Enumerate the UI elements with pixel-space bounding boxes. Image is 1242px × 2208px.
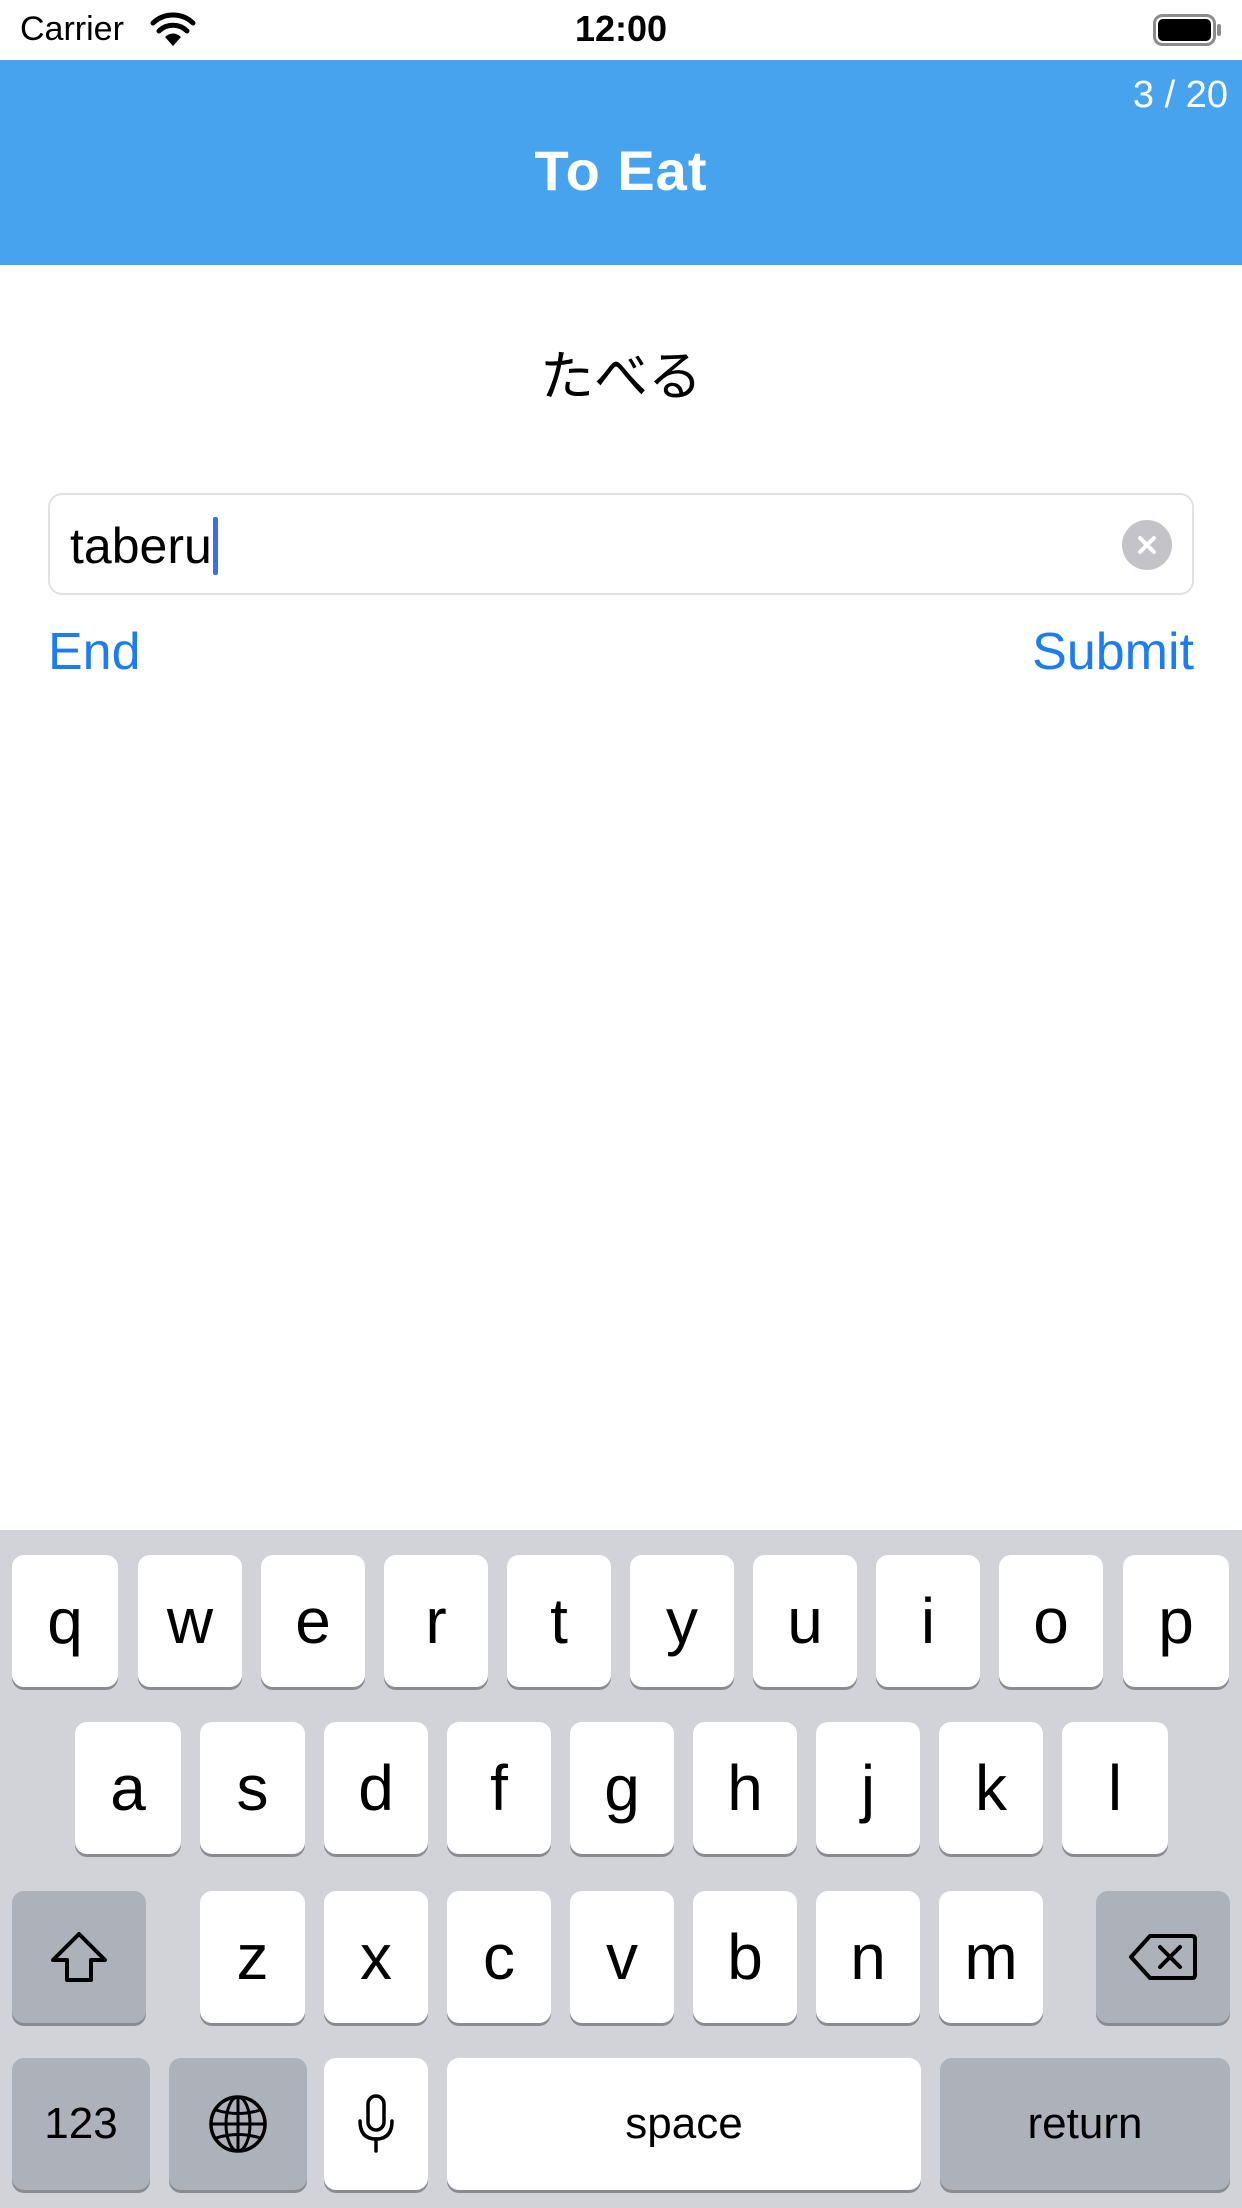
key-d[interactable]: d xyxy=(324,1722,428,1854)
globe-icon xyxy=(207,2093,269,2155)
key-g[interactable]: g xyxy=(570,1722,674,1854)
shift-icon xyxy=(49,1930,109,1984)
key-y[interactable]: y xyxy=(630,1555,734,1687)
key-f[interactable]: f xyxy=(447,1722,551,1854)
key-x[interactable]: x xyxy=(324,1891,428,2023)
key-z[interactable]: z xyxy=(200,1891,305,2023)
shift-key[interactable] xyxy=(12,1891,146,2023)
key-s[interactable]: s xyxy=(200,1722,305,1854)
key-a[interactable]: a xyxy=(75,1722,181,1854)
battery-icon xyxy=(1153,14,1223,46)
key-b[interactable]: b xyxy=(693,1891,797,2023)
key-o[interactable]: o xyxy=(999,1555,1103,1687)
key-j[interactable]: j xyxy=(816,1722,920,1854)
key-i[interactable]: i xyxy=(876,1555,980,1687)
header-bar: 3 / 20 To Eat xyxy=(0,60,1242,265)
key-r[interactable]: r xyxy=(384,1555,488,1687)
key-w[interactable]: w xyxy=(138,1555,242,1687)
microphone-key[interactable] xyxy=(324,2058,428,2190)
kana-prompt: たべる xyxy=(540,345,702,408)
key-q[interactable]: q xyxy=(12,1555,118,1687)
keyboard: q w e r t y u i o p a s d f g h j k l z … xyxy=(0,1530,1242,2208)
answer-input-value: taberu xyxy=(70,517,218,575)
key-c[interactable]: c xyxy=(447,1891,551,2023)
key-v[interactable]: v xyxy=(570,1891,674,2023)
page-title: To Eat xyxy=(534,139,708,202)
status-bar: Carrier 12:00 xyxy=(0,0,1242,60)
progress-counter: 3 / 20 xyxy=(1132,74,1228,116)
key-h[interactable]: h xyxy=(693,1722,797,1854)
key-e[interactable]: e xyxy=(261,1555,365,1687)
key-p[interactable]: p xyxy=(1123,1555,1229,1687)
text-caret xyxy=(212,517,218,575)
answer-input[interactable]: taberu xyxy=(48,493,1194,595)
key-m[interactable]: m xyxy=(939,1891,1043,2023)
key-l[interactable]: l xyxy=(1062,1722,1168,1854)
backspace-key[interactable] xyxy=(1096,1891,1230,2023)
status-time: 12:00 xyxy=(574,8,668,49)
key-n[interactable]: n xyxy=(816,1891,920,2023)
clear-icon[interactable] xyxy=(1122,520,1172,570)
return-key[interactable]: return xyxy=(940,2058,1230,2190)
microphone-icon xyxy=(356,2093,396,2155)
globe-key[interactable] xyxy=(169,2058,307,2190)
answer-text: taberu xyxy=(70,518,212,574)
backspace-icon xyxy=(1128,1932,1198,1982)
numbers-key[interactable]: 123 xyxy=(12,2058,150,2190)
end-button[interactable]: End xyxy=(48,622,141,682)
key-k[interactable]: k xyxy=(939,1722,1043,1854)
key-u[interactable]: u xyxy=(753,1555,857,1687)
space-key[interactable]: space xyxy=(447,2058,921,2190)
submit-button[interactable]: Submit xyxy=(1032,622,1194,682)
key-t[interactable]: t xyxy=(507,1555,611,1687)
